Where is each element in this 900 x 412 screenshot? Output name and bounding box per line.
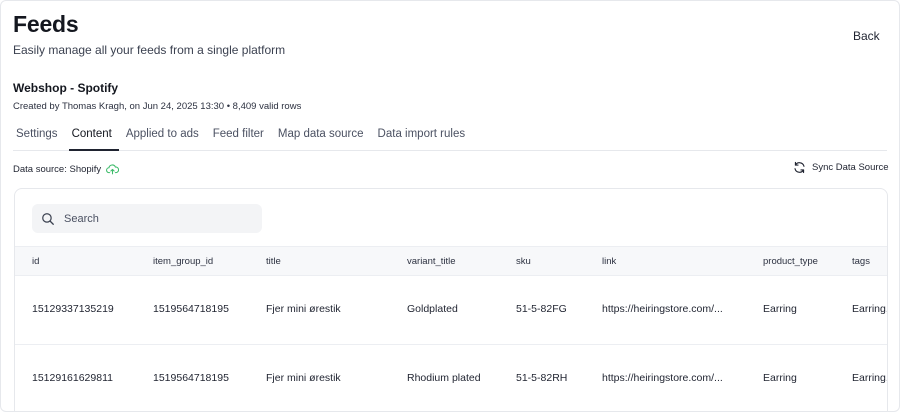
- cell-link: https://heiringstore.com/...: [602, 372, 723, 384]
- cell-variant-title: Goldplated: [407, 303, 458, 315]
- cloud-upload-icon: [106, 164, 120, 175]
- data-source-label: Data source: Shopify: [13, 163, 102, 175]
- cell-sku: 51-5-82RH: [516, 372, 568, 384]
- cell-id: 15129161629811: [32, 372, 113, 384]
- data-source-indicator: Data source: Shopify: [13, 163, 120, 175]
- cell-product-type: Earring: [763, 303, 797, 315]
- refresh-icon: [794, 161, 805, 174]
- column-header-variant-title[interactable]: variant_title: [407, 256, 456, 267]
- column-header-tags[interactable]: tags: [852, 256, 870, 267]
- column-header-product-type[interactable]: product_type: [763, 256, 818, 267]
- search-icon: [42, 212, 54, 225]
- tab-data-import-rules[interactable]: Data import rules: [375, 121, 473, 151]
- cell-tags: Earring,: [852, 303, 888, 315]
- tab-feed-filter[interactable]: Feed filter: [210, 121, 271, 151]
- column-header-item-group-id[interactable]: item_group_id: [153, 256, 213, 267]
- search-box: [32, 204, 262, 233]
- tab-map-data-source[interactable]: Map data source: [275, 121, 371, 151]
- tab-bar: Settings Content Applied to ads Feed fil…: [13, 121, 887, 151]
- column-header-sku[interactable]: sku: [516, 256, 531, 267]
- content-card: id item_group_id title variant_title sku…: [14, 188, 888, 411]
- cell-tags: Earring,: [852, 372, 888, 384]
- page-title: Feeds: [13, 11, 79, 37]
- column-header-id[interactable]: id: [32, 256, 39, 267]
- app-window: Feeds Easily manage all your feeds from …: [0, 0, 900, 412]
- sync-data-source-button[interactable]: Sync Data Source: [793, 161, 889, 174]
- back-button[interactable]: Back: [845, 27, 888, 45]
- cell-product-type: Earring: [763, 372, 797, 384]
- cell-variant-title: Rhodium plated: [407, 372, 481, 384]
- cell-title: Fjer mini ørestik: [266, 372, 341, 384]
- cell-sku: 51-5-82FG: [516, 303, 567, 315]
- cell-title: Fjer mini ørestik: [266, 303, 341, 315]
- content-table: id item_group_id title variant_title sku…: [15, 246, 888, 411]
- column-header-link[interactable]: link: [602, 256, 616, 267]
- table-header: id item_group_id title variant_title sku…: [15, 246, 887, 276]
- cell-item-group-id: 1519564718195: [153, 372, 229, 384]
- tab-settings[interactable]: Settings: [13, 121, 65, 151]
- tab-applied-to-ads[interactable]: Applied to ads: [123, 121, 206, 151]
- cell-link: https://heiringstore.com/...: [602, 303, 723, 315]
- cell-id: 15129337135219: [32, 303, 114, 315]
- search-input[interactable]: [64, 212, 244, 225]
- table-row[interactable]: 15129337135219 1519564718195 Fjer mini ø…: [15, 276, 888, 345]
- sync-label: Sync Data Source: [812, 162, 889, 173]
- page-subtitle: Easily manage all your feeds from a sing…: [13, 43, 286, 57]
- cell-item-group-id: 1519564718195: [153, 303, 229, 315]
- feed-meta: Created by Thomas Kragh, on Jun 24, 2025…: [13, 101, 302, 112]
- tab-content[interactable]: Content: [68, 121, 119, 151]
- column-header-title[interactable]: title: [266, 256, 281, 267]
- feed-name: Webshop - Spotify: [13, 81, 119, 95]
- table-row[interactable]: 15129161629811 1519564718195 Fjer mini ø…: [15, 345, 888, 411]
